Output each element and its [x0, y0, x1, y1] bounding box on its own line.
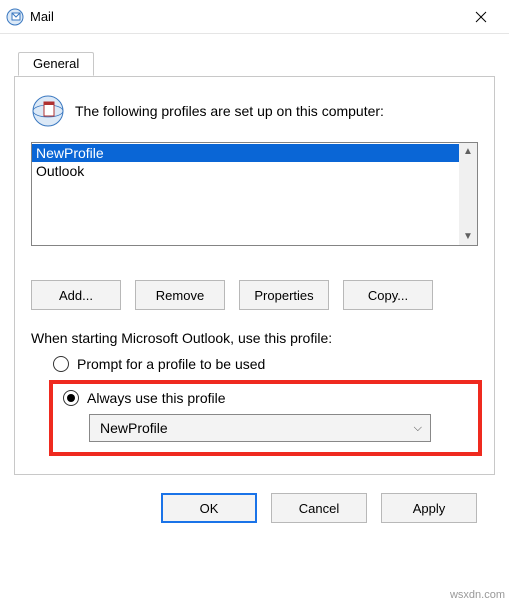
profiles-icon: [31, 94, 65, 128]
profiles-header-text: The following profiles are set up on thi…: [75, 103, 384, 119]
radio-prompt-row[interactable]: Prompt for a profile to be used: [53, 356, 478, 372]
scroll-up-icon[interactable]: ▲: [463, 146, 473, 157]
list-item[interactable]: Outlook: [32, 162, 459, 180]
ok-button[interactable]: OK: [161, 493, 257, 523]
dialog-buttons: OK Cancel Apply: [14, 475, 495, 523]
properties-button[interactable]: Properties: [239, 280, 329, 310]
profile-buttons-row: Add... Remove Properties Copy...: [31, 280, 478, 310]
startup-label: When starting Microsoft Outlook, use thi…: [31, 330, 478, 346]
scrollbar[interactable]: ▲ ▼: [459, 143, 477, 245]
radio-always-label: Always use this profile: [87, 390, 226, 406]
window-title: Mail: [30, 9, 461, 24]
mail-icon: [6, 8, 24, 26]
profile-combobox[interactable]: NewProfile ⌵: [89, 414, 431, 442]
radio-always-row[interactable]: Always use this profile: [63, 390, 468, 406]
radio-icon[interactable]: [53, 356, 69, 372]
radio-icon[interactable]: [63, 390, 79, 406]
list-item[interactable]: NewProfile: [32, 144, 459, 162]
tab-general[interactable]: General: [18, 52, 94, 76]
tab-strip: General: [14, 52, 495, 76]
profiles-listbox[interactable]: NewProfile Outlook ▲ ▼: [31, 142, 478, 246]
chevron-down-icon: ⌵: [414, 422, 422, 435]
remove-button[interactable]: Remove: [135, 280, 225, 310]
watermark: wsxdn.com: [450, 589, 505, 601]
apply-button[interactable]: Apply: [381, 493, 477, 523]
profiles-header: The following profiles are set up on thi…: [31, 94, 478, 128]
add-button[interactable]: Add...: [31, 280, 121, 310]
cancel-button[interactable]: Cancel: [271, 493, 367, 523]
titlebar: Mail: [0, 0, 509, 34]
copy-button[interactable]: Copy...: [343, 280, 433, 310]
tab-body-general: The following profiles are set up on thi…: [14, 76, 495, 475]
profiles-listbox-items: NewProfile Outlook: [32, 143, 459, 245]
scroll-down-icon[interactable]: ▼: [463, 231, 473, 242]
startup-radio-group: Prompt for a profile to be used Always u…: [53, 356, 478, 456]
tab-divider: [14, 76, 495, 77]
close-icon: [475, 11, 487, 23]
highlight-box: Always use this profile NewProfile ⌵: [49, 380, 482, 456]
dialog-content: General The following profiles are set u…: [0, 34, 509, 523]
radio-prompt-label: Prompt for a profile to be used: [77, 356, 265, 372]
profile-combobox-value: NewProfile: [100, 420, 168, 436]
close-button[interactable]: [461, 3, 501, 31]
